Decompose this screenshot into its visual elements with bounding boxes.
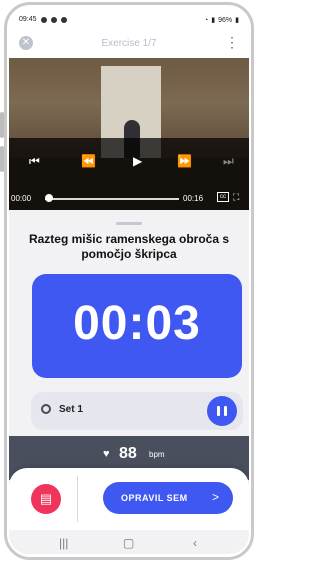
play-button[interactable]: ▶ [133,154,142,168]
timer-card: 00:03 [32,274,242,378]
skip-next-icon: ⏭ [223,154,234,168]
home-button[interactable]: ▢ [123,536,134,550]
pause-icon [217,406,220,416]
fullscreen-button[interactable]: ⛶ [233,192,239,203]
set-radio[interactable] [41,404,51,414]
status-left: 09:45 [19,16,67,23]
heart-rate-unit: bpm [149,450,165,459]
exercise-sheet: Razteg mišic ramenskega obroča s pomočjo… [9,210,249,554]
set-row: Set 1 [31,392,243,430]
wifi-icon: ◔ [204,16,209,24]
done-label: OPRAVIL SEM [121,493,188,503]
more-vertical-icon: ⋮ [225,34,239,50]
back-button[interactable]: ‹ [193,536,197,550]
fast-forward-icon: ⏩ [177,154,192,168]
divider [77,476,78,522]
side-button [0,112,4,138]
battery-icon: ▮ [235,17,239,24]
captions-button[interactable]: cc [217,192,229,202]
play-icon: ▶ [133,154,143,168]
notification-icon [50,16,57,23]
status-bar: 09:45 ◔ ▮ 96% ▮ [9,8,249,30]
chevron-right-icon: > [211,490,219,504]
side-button [0,146,4,172]
notification-icon [60,16,67,23]
screen: 09:45 ◔ ▮ 96% ▮ ✕ Exercise 1/7 ⋮ ⏮ ⏪ ▶ ⏩… [9,8,249,554]
skip-previous-icon: ⏮ [29,154,40,168]
set-label: Set 1 [59,404,83,415]
notes-button[interactable]: ▤ [31,484,61,514]
fast-forward-button[interactable]: ⏩ [177,154,192,168]
status-right: ◔ ▮ 96% ▮ [204,16,239,25]
heart-icon: ♥ [103,448,110,460]
more-options-button[interactable]: ⋮ [225,35,239,49]
sheet-handle[interactable] [116,222,142,225]
seek-bar[interactable] [45,198,179,200]
pause-button[interactable] [207,396,237,426]
video-current-time: 00:00 [11,194,32,203]
signal-icon: ▮ [211,17,216,24]
system-nav-bar: ||| ▢ ‹ [9,530,249,554]
skip-next-button[interactable]: ⏭ [223,154,234,169]
heart-rate-value: 88 [119,445,137,462]
page-title: Exercise 1/7 [101,38,157,49]
phone-device: 09:45 ◔ ▮ 96% ▮ ✕ Exercise 1/7 ⋮ ⏮ ⏪ ▶ ⏩… [0,0,258,562]
skip-previous-button[interactable]: ⏮ [29,154,40,169]
battery-percent: 96% [218,16,233,24]
seek-thumb[interactable] [45,194,53,202]
action-bar: ▤ OPRAVIL SEM > [9,468,249,530]
notification-icon [40,16,47,23]
rewind-button[interactable]: ⏪ [81,154,96,168]
done-button[interactable]: OPRAVIL SEM > [103,482,233,514]
exercise-title: Razteg mišic ramenskega obroča s pomočjo… [28,232,230,261]
captions-icon: cc [220,194,226,200]
recents-button[interactable]: ||| [59,536,68,550]
document-icon: ▤ [39,491,53,506]
video-player[interactable]: ⏮ ⏪ ▶ ⏩ ⏭ 00:00 00:16 cc ⛶ [9,58,249,210]
fullscreen-icon: ⛶ [233,192,240,202]
pause-icon [224,406,227,416]
rewind-icon: ⏪ [81,154,96,168]
status-time: 09:45 [19,16,37,23]
video-duration: 00:16 [183,194,204,203]
app-header: ✕ Exercise 1/7 ⋮ [9,30,249,58]
timer-display: 00:03 [73,297,201,350]
